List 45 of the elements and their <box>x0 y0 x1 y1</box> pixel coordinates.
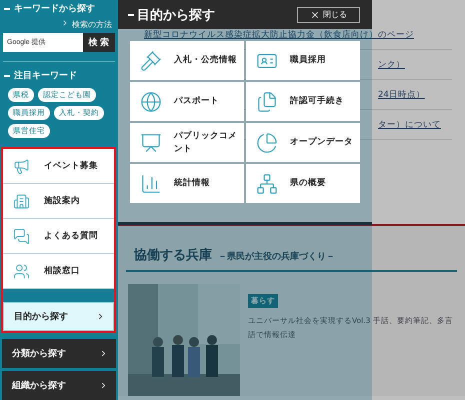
section-title: キーワードから探す <box>14 2 95 15</box>
speech-bubbles-icon <box>13 228 30 244</box>
quick-link[interactable]: 施設案内 <box>3 184 114 219</box>
news-link[interactable]: ンク） <box>378 58 405 70</box>
menu-card[interactable]: 県の概要 <box>246 164 360 203</box>
chevron-icon <box>99 349 108 358</box>
documents-icon <box>256 90 278 112</box>
section-subtitle: －県民が主役の兵庫づくり－ <box>218 250 335 263</box>
close-button[interactable]: 閉じる <box>297 6 360 22</box>
search-button[interactable]: 検 索 <box>83 33 115 52</box>
building-icon <box>13 192 30 210</box>
quick-link[interactable]: イベント募集 <box>3 149 114 184</box>
quick-link[interactable]: よくある質問 <box>3 219 114 254</box>
section-title: 注目キーワード <box>14 69 77 82</box>
menu-card[interactable]: オープンデータ <box>246 123 360 162</box>
news-link[interactable]: ター）について <box>378 118 441 130</box>
menu-title: 目的から探す <box>137 6 215 24</box>
chevron-icon <box>96 312 105 321</box>
search-help-link[interactable]: 検索の方法 <box>55 15 118 33</box>
megaphone-icon <box>13 158 30 174</box>
menu-card[interactable]: 入札・公売情報 <box>130 41 244 80</box>
bar-chart-icon <box>140 172 162 194</box>
dash-icon <box>4 8 10 10</box>
nav-item[interactable]: 組織から探す <box>2 371 116 400</box>
nav-item[interactable]: 分類から探す <box>2 339 116 368</box>
menu-card[interactable]: 許認可手続き <box>246 82 360 121</box>
menu-card[interactable]: 職員採用 <box>246 41 360 80</box>
news-link[interactable]: 24日時点） <box>378 88 425 100</box>
people-icon <box>13 262 30 280</box>
dash-icon <box>128 14 134 16</box>
close-icon <box>310 10 320 20</box>
globe-icon <box>140 90 162 112</box>
menu-card[interactable]: パスポート <box>130 82 244 121</box>
menu-card[interactable]: 統計情報 <box>130 164 244 203</box>
section-heading: 協働する兵庫 <box>134 246 212 264</box>
gavel-icon <box>140 50 162 72</box>
quick-link[interactable]: 相談窓口 <box>3 254 114 289</box>
nav-item[interactable]: 目的から探す <box>3 302 114 331</box>
org-chart-icon <box>256 172 278 194</box>
chevron-icon <box>99 381 108 390</box>
news-link[interactable]: 新型コロナウイルス感染症拡大防止協力金（飲食店向け）のページ <box>144 28 414 40</box>
presentation-icon <box>140 132 162 154</box>
pie-chart-icon <box>256 132 278 154</box>
dash-icon <box>4 74 10 76</box>
menu-card[interactable]: パブリックコメント <box>130 123 244 162</box>
